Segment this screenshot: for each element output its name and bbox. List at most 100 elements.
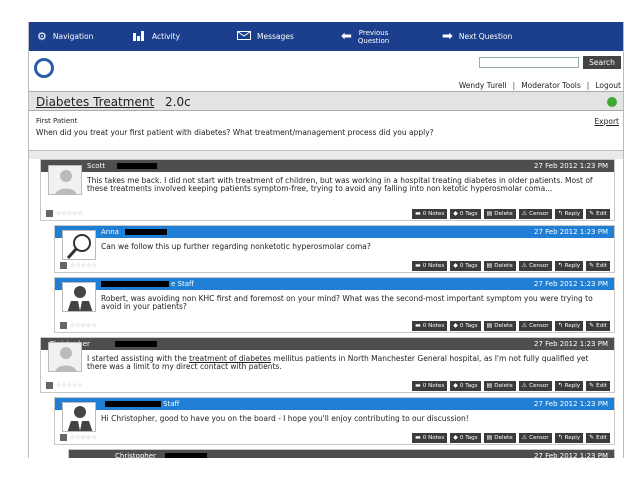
post-footer: ☆☆☆☆☆ ▬ 0 Notes ◆ 0 Tags ▤ Delete ⚠ Censor ↰… [41,380,614,392]
post-footer: ☆☆☆☆☆ ▬ 0 Notes ◆ 0 Tags ▤ Delete ⚠ Censor ↰… [55,260,614,272]
next-question-button[interactable]: ➡ Next Question [442,22,552,51]
separator: | [512,81,516,90]
pencil-icon: ✎ [589,382,595,389]
post-actions: ▬ 0 Notes ◆ 0 Tags ▤ Delete ⚠ Censor ↰ Reply … [409,321,610,331]
delete-label: Delete [494,263,513,269]
edit-button[interactable]: ✎ Edit [586,261,610,271]
warning-icon: ⚠ [521,210,528,217]
post-author[interactable]: e Staff [171,278,194,290]
delete-button[interactable]: ▤ Delete [483,321,516,331]
delete-button[interactable]: ▤ Delete [483,381,516,391]
rating-stars[interactable]: ☆☆☆☆☆ [56,210,83,217]
logo[interactable] [34,58,54,78]
search-input[interactable] [479,57,579,68]
reply-button[interactable]: ↰ Reply [554,261,584,271]
post-actions: ▬ 0 Notes ◆ 0 Tags ▤ Delete ⚠ Censor ↰ Reply … [409,261,610,271]
notes-label: 0 Notes [422,211,445,217]
avatar [62,282,96,312]
reply-button[interactable]: ↰ Reply [554,209,584,219]
trash-icon: ▤ [486,262,493,269]
rating-stars[interactable]: ☆☆☆☆☆ [56,382,83,389]
navigation-label: Navigation [52,32,94,41]
avatar [48,342,82,372]
logout-link[interactable]: Logout [595,81,621,90]
post-author[interactable]: Christopher [115,450,156,458]
tags-button[interactable]: ◆ 0 Tags [450,209,481,219]
post-body: I started assisting with the treatment o… [87,355,604,371]
rating-stars[interactable]: ☆☆☆☆☆ [70,434,97,441]
delete-label: Delete [494,435,513,441]
post-staff: e Staff 27 Feb 2012 1:23 PM Robert, was … [54,277,615,333]
edit-label: Edit [596,323,607,329]
trash-icon: ▤ [486,382,493,389]
select-checkbox[interactable] [60,262,67,269]
discussion-title-link[interactable]: Diabetes Treatment [36,95,154,109]
reply-label: Reply [564,383,581,389]
tags-button[interactable]: ◆ 0 Tags [450,261,481,271]
post-anna: Anna 27 Feb 2012 1:23 PM Can we follow t… [54,225,615,273]
delete-button[interactable]: ▤ Delete [483,261,516,271]
trash-icon: ▤ [486,210,493,217]
reply-button[interactable]: ↰ Reply [554,321,584,331]
tags-label: 0 Tags [459,263,478,269]
export-link[interactable]: Export [594,117,619,126]
warning-icon: ⚠ [521,262,528,269]
notes-button[interactable]: ▬ 0 Notes [412,381,448,391]
post-author[interactable]: Scott [87,160,105,172]
censor-button[interactable]: ⚠ Censor [518,209,552,219]
tags-button[interactable]: ◆ 0 Tags [450,381,481,391]
discussion-version: 2.0c [165,95,191,109]
user-name-link[interactable]: Wendy Turell [459,81,507,90]
rating-stars[interactable]: ☆☆☆☆☆ [70,322,97,329]
reply-label: Reply [564,211,581,217]
notes-button[interactable]: ▬ 0 Notes [412,209,448,219]
notes-label: 0 Notes [422,383,445,389]
notes-button[interactable]: ▬ 0 Notes [412,433,448,443]
discussion-title-bar: Diabetes Treatment 2.0c [29,91,623,111]
previous-question-button[interactable]: ⬅ Previous Question [341,22,442,51]
censor-button[interactable]: ⚠ Censor [518,381,552,391]
select-checkbox[interactable] [46,210,53,217]
messages-button[interactable]: Messages [237,22,341,51]
top-navigation-bar: ⚙ Navigation Activity Messages ⬅ Previou… [29,22,623,51]
redacted-name [125,229,167,235]
notes-label: 0 Notes [422,323,445,329]
edit-button[interactable]: ✎ Edit [586,381,610,391]
edit-label: Edit [596,263,607,269]
reply-button[interactable]: ↰ Reply [554,381,584,391]
reply-button[interactable]: ↰ Reply [554,433,584,443]
notes-button[interactable]: ▬ 0 Notes [412,321,448,331]
select-checkbox[interactable] [46,382,53,389]
notes-button[interactable]: ▬ 0 Notes [412,261,448,271]
delete-button[interactable]: ▤ Delete [483,433,516,443]
divider [29,151,623,159]
reply-label: Reply [564,263,581,269]
post-author[interactable]: Anna [101,226,119,238]
reply-icon: ↰ [557,322,563,329]
navigation-button[interactable]: ⚙ Navigation [37,22,133,51]
select-checkbox[interactable] [60,322,67,329]
edit-button[interactable]: ✎ Edit [586,433,610,443]
previous-label-line1: Previous [358,28,389,37]
censor-button[interactable]: ⚠ Censor [518,433,552,443]
censor-button[interactable]: ⚠ Censor [518,261,552,271]
rating-stars[interactable]: ☆☆☆☆☆ [70,262,97,269]
select-checkbox[interactable] [60,434,67,441]
warning-icon: ⚠ [521,322,528,329]
avatar [62,402,96,432]
tags-button[interactable]: ◆ 0 Tags [450,433,481,443]
post-author[interactable]: Staff [163,398,179,410]
activity-button[interactable]: Activity [133,22,237,51]
redacted-name [165,453,207,458]
delete-button[interactable]: ▤ Delete [483,209,516,219]
tags-button[interactable]: ◆ 0 Tags [450,321,481,331]
search-button[interactable]: Search [583,56,621,69]
censor-label: Censor [529,435,549,441]
censor-button[interactable]: ⚠ Censor [518,321,552,331]
note-icon: ▬ [415,382,421,389]
edit-button[interactable]: ✎ Edit [586,321,610,331]
moderator-tools-link[interactable]: Moderator Tools [521,81,581,90]
reply-icon: ↰ [557,210,563,217]
censor-label: Censor [529,323,549,329]
edit-button[interactable]: ✎ Edit [586,209,610,219]
